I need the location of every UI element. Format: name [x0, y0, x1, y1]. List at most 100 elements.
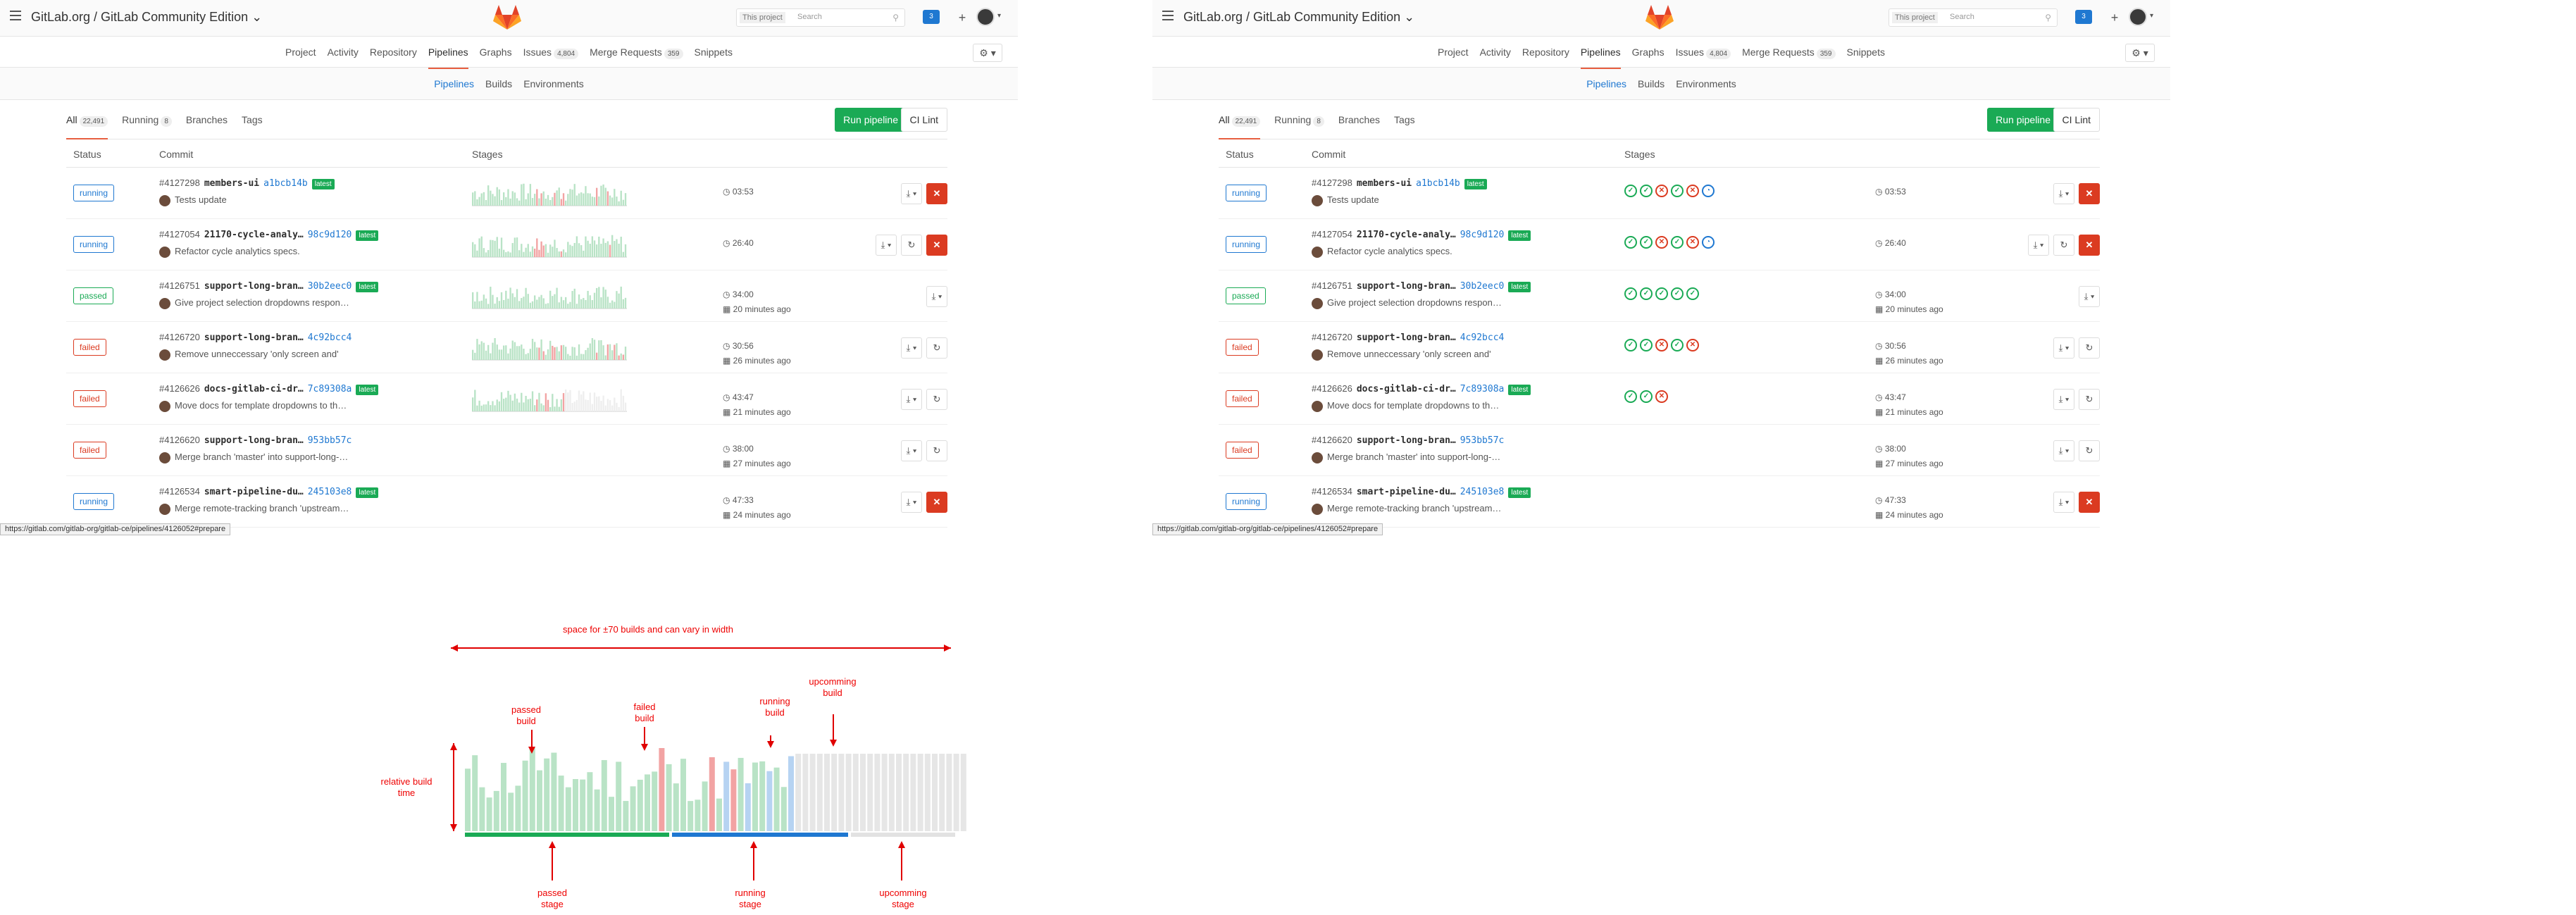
commit-sha-link[interactable]: 98c9d120 [1460, 230, 1505, 240]
scope-tab-running[interactable]: Running 8 [122, 100, 172, 139]
download-artifacts-icon[interactable]: ⤓ ▾ [876, 235, 897, 256]
retry-icon[interactable]: ↻ [926, 337, 947, 359]
retry-icon[interactable]: ↻ [901, 235, 922, 256]
pipeline-id-link[interactable]: #4127054 [1312, 229, 1352, 239]
branch-link[interactable]: support-long-bran… [1357, 435, 1456, 446]
nav-item-graphs[interactable]: Graphs [1632, 37, 1665, 68]
stage-passed-icon[interactable]: ✓ [1640, 236, 1653, 249]
author-avatar[interactable] [159, 246, 170, 258]
retry-icon[interactable]: ↻ [926, 440, 947, 461]
stage-passed-icon[interactable]: ✓ [1655, 287, 1668, 300]
status-badge[interactable]: failed [1226, 339, 1259, 356]
pipeline-id-link[interactable]: #4126534 [159, 486, 200, 497]
stage-running-icon[interactable]: ◔ [1702, 236, 1715, 249]
status-badge[interactable]: running [73, 185, 115, 201]
pipeline-id-link[interactable]: #4126626 [159, 383, 200, 394]
branch-link[interactable]: members-ui [204, 178, 259, 189]
branch-link[interactable]: docs-gitlab-ci-dr… [204, 384, 304, 394]
nav-item-snippets[interactable]: Snippets [695, 37, 733, 68]
cancel-icon[interactable]: ✕ [2079, 235, 2100, 256]
nav-item-pipelines[interactable]: Pipelines [1580, 37, 1621, 69]
commit-title-link[interactable]: Refactor cycle analytics specs. [175, 246, 300, 256]
commit-title-link[interactable]: Tests update [1327, 194, 1379, 205]
nav-item-merge-requests[interactable]: Merge Requests 359 [590, 37, 683, 68]
commit-title-link[interactable]: Give project selection dropdowns respon… [1327, 297, 1502, 308]
todos-icon[interactable]: 3 [2075, 10, 2092, 24]
author-avatar[interactable] [159, 194, 170, 206]
nav-item-project[interactable]: Project [285, 37, 316, 68]
stage-passed-icon[interactable]: ✓ [1624, 236, 1637, 249]
download-artifacts-icon[interactable]: ⤓ ▾ [2053, 440, 2074, 461]
pipeline-id-link[interactable]: #4126751 [159, 280, 200, 291]
nav-item-activity[interactable]: Activity [328, 37, 359, 68]
stage-failed-icon[interactable]: ✕ [1655, 390, 1668, 403]
status-badge[interactable]: failed [73, 339, 106, 356]
author-avatar[interactable] [1312, 297, 1323, 309]
status-badge[interactable]: failed [73, 442, 106, 459]
chevron-down-icon[interactable]: ▾ [2150, 12, 2153, 20]
stage-passed-icon[interactable]: ✓ [1671, 339, 1684, 351]
stage-build-bars[interactable] [472, 280, 627, 311]
pipeline-id-link[interactable]: #4127298 [1312, 178, 1352, 188]
download-artifacts-icon[interactable]: ⤓ ▾ [2028, 235, 2049, 256]
stage-passed-icon[interactable]: ✓ [1640, 185, 1653, 197]
stage-passed-icon[interactable]: ✓ [1624, 339, 1637, 351]
user-avatar[interactable] [976, 8, 995, 26]
author-avatar[interactable] [1312, 503, 1323, 515]
commit-sha-link[interactable]: 30b2eec0 [1460, 281, 1505, 292]
branch-link[interactable]: smart-pipeline-du… [204, 487, 304, 497]
stage-passed-icon[interactable]: ✓ [1640, 390, 1653, 403]
stage-failed-icon[interactable]: ✕ [1655, 185, 1668, 197]
download-artifacts-icon[interactable]: ⤓ ▾ [901, 337, 922, 359]
stage-passed-icon[interactable]: ✓ [1671, 236, 1684, 249]
settings-gear-icon[interactable]: ⚙ ▾ [973, 44, 1002, 62]
cancel-icon[interactable]: ✕ [926, 183, 947, 204]
stage-passed-icon[interactable]: ✓ [1640, 339, 1653, 351]
gitlab-logo-icon[interactable] [1645, 4, 1674, 31]
nav-item-repository[interactable]: Repository [370, 37, 417, 68]
retry-icon[interactable]: ↻ [2053, 235, 2074, 256]
stage-passed-icon[interactable]: ✓ [1624, 390, 1637, 403]
status-badge[interactable]: running [1226, 236, 1267, 253]
todos-icon[interactable]: 3 [923, 10, 940, 24]
status-badge[interactable]: failed [1226, 390, 1259, 407]
stage-running-icon[interactable]: ◔ [1702, 185, 1715, 197]
scope-tab-all[interactable]: All 22,491 [1219, 101, 1261, 139]
author-avatar[interactable] [159, 349, 170, 361]
retry-icon[interactable]: ↻ [926, 389, 947, 410]
status-badge[interactable]: failed [1226, 442, 1259, 459]
site-title[interactable]: GitLab.org / GitLab Community Edition ⌄ [1183, 10, 1414, 25]
settings-gear-icon[interactable]: ⚙ ▾ [2125, 44, 2155, 62]
download-artifacts-icon[interactable]: ⤓ ▾ [926, 286, 947, 307]
branch-link[interactable]: members-ui [1357, 178, 1412, 189]
pipeline-id-link[interactable]: #4126720 [1312, 332, 1352, 342]
stage-build-bars[interactable] [472, 332, 627, 363]
status-badge[interactable]: running [1226, 493, 1267, 510]
commit-sha-link[interactable]: 4c92bcc4 [308, 332, 352, 343]
stage-passed-icon[interactable]: ✓ [1624, 287, 1637, 300]
download-artifacts-icon[interactable]: ⤓ ▾ [901, 440, 922, 461]
pipeline-id-link[interactable]: #4127298 [159, 178, 200, 188]
hamburger-menu-icon[interactable] [10, 11, 21, 20]
branch-link[interactable]: 21170-cycle-analy… [1357, 230, 1456, 240]
nav-item-snippets[interactable]: Snippets [1847, 37, 1885, 68]
pipeline-id-link[interactable]: #4126720 [159, 332, 200, 342]
nav-item-activity[interactable]: Activity [1480, 37, 1511, 68]
scope-tab-all[interactable]: All 22,491 [66, 101, 108, 139]
ci-lint-button[interactable]: CI Lint [2053, 108, 2100, 132]
commit-title-link[interactable]: Give project selection dropdowns respon… [175, 297, 349, 308]
author-avatar[interactable] [1312, 400, 1323, 412]
commit-title-link[interactable]: Merge branch 'master' into support-long-… [175, 452, 348, 462]
commit-title-link[interactable]: Merge remote-tracking branch 'upstream… [175, 503, 349, 513]
subnav-item-pipelines[interactable]: Pipelines [1586, 68, 1626, 100]
author-avatar[interactable] [1312, 194, 1323, 206]
scope-tab-tags[interactable]: Tags [1394, 100, 1415, 139]
status-badge[interactable]: running [73, 493, 115, 510]
status-badge[interactable]: running [73, 236, 115, 253]
branch-link[interactable]: support-long-bran… [204, 435, 304, 446]
subnav-item-builds[interactable]: Builds [485, 68, 512, 100]
commit-sha-link[interactable]: a1bcb14b [1416, 178, 1460, 189]
retry-icon[interactable]: ↻ [2079, 337, 2100, 359]
commit-sha-link[interactable]: 7c89308a [1460, 384, 1505, 394]
stage-failed-icon[interactable]: ✕ [1686, 185, 1699, 197]
